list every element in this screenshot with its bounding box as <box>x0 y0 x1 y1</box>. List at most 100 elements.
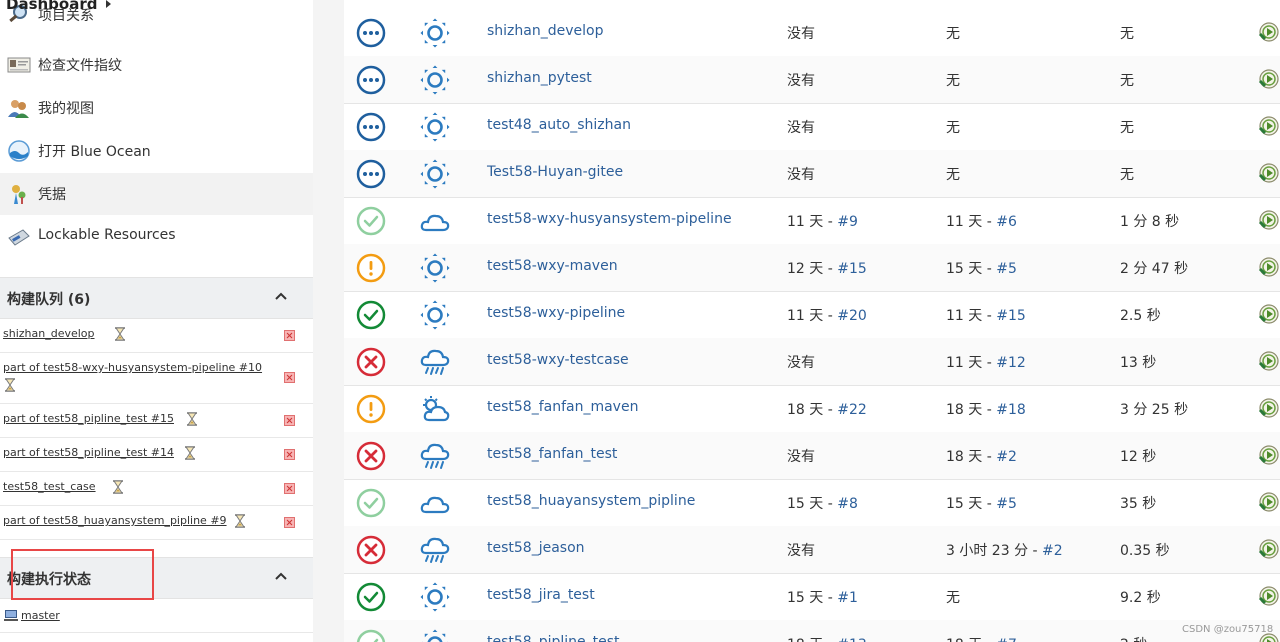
build-queue-item: part of test58-wxy-husyansystem-pipeline… <box>0 352 313 404</box>
schedule-build-icon[interactable] <box>1258 209 1280 231</box>
schedule-build-icon[interactable] <box>1258 491 1280 513</box>
last-failure-build-link[interactable]: #2 <box>996 449 1017 465</box>
chevron-up-icon[interactable] <box>275 291 287 303</box>
last-duration-cell: 无 <box>1120 120 1134 136</box>
weather-sunny-icon <box>419 65 451 95</box>
last-failure-build-link[interactable]: #18 <box>996 402 1026 418</box>
job-row: test58_fanfan_maven 18 天 - #22 18 天 - #18 3… <box>344 385 1280 433</box>
last-success-build-link[interactable]: #8 <box>837 496 858 512</box>
schedule-build-icon[interactable] <box>1258 350 1280 372</box>
last-success-cell: 11 天 - #9 <box>787 211 858 231</box>
hourglass-icon <box>112 480 124 494</box>
last-failure-cell: 无 <box>946 164 960 184</box>
build-status-success-icon <box>356 300 386 330</box>
schedule-build-icon[interactable] <box>1258 444 1280 466</box>
job-name-link[interactable]: Test58-Huyan-gitee <box>487 164 623 180</box>
schedule-build-icon[interactable] <box>1258 162 1280 184</box>
cancel-queue-item-icon[interactable] <box>284 517 295 528</box>
cancel-queue-item-icon[interactable] <box>284 483 295 494</box>
executor-node-link[interactable]: master <box>21 609 60 622</box>
schedule-build-icon[interactable] <box>1258 303 1280 325</box>
queue-item-link[interactable]: part of test58_huayansystem_pipline #9 <box>3 514 227 527</box>
job-row: test58-wxy-maven 12 天 - #15 15 天 - #5 2 分 4… <box>344 244 1280 292</box>
build-status-notbuilt-icon <box>356 159 386 189</box>
last-success-build-link[interactable]: #13 <box>837 637 867 642</box>
jobs-table: shizhan_develop 没有无无 shizhan_pytest 没有无无 tes… <box>344 0 1280 642</box>
executor-row: master <box>0 600 313 633</box>
hourglass-icon <box>4 378 16 392</box>
cancel-queue-item-icon[interactable] <box>284 330 295 341</box>
cancel-queue-item-icon[interactable] <box>284 372 295 383</box>
last-failure-build-link[interactable]: #6 <box>996 214 1017 230</box>
schedule-build-icon[interactable] <box>1258 397 1280 419</box>
last-success-text: 11 天 - <box>787 308 838 324</box>
last-success-text: 15 天 - <box>787 590 838 606</box>
job-name-link[interactable]: test58_jira_test <box>487 587 595 603</box>
job-name-link[interactable]: test58-wxy-pipeline <box>487 305 625 321</box>
last-failure-build-link[interactable]: #15 <box>996 308 1026 324</box>
schedule-build-icon[interactable] <box>1258 585 1280 607</box>
cancel-queue-item-icon[interactable] <box>284 415 295 426</box>
last-success-text: 没有 <box>787 449 815 465</box>
last-failure-cell: 15 天 - #5 <box>946 493 1017 513</box>
job-name-link[interactable]: test58_fanfan_maven <box>487 399 638 415</box>
job-name-link[interactable]: test58_fanfan_test <box>487 446 617 462</box>
weather-cloudy-icon <box>419 488 451 518</box>
queue-item-link[interactable]: test58_test_case <box>3 480 96 493</box>
build-status-notbuilt-icon <box>356 112 386 142</box>
sidebar-task-label: 凭据 <box>38 187 66 203</box>
build-status-notbuilt-icon <box>356 18 386 48</box>
job-row: test58_jeason 没有 3 小时 23 分 - #2 0.35 秒 <box>344 526 1280 574</box>
job-name-link[interactable]: test58-wxy-maven <box>487 258 618 274</box>
schedule-build-icon[interactable] <box>1258 68 1280 90</box>
chevron-up-icon[interactable] <box>275 571 287 583</box>
schedule-build-icon[interactable] <box>1258 538 1280 560</box>
schedule-build-icon[interactable] <box>1258 256 1280 278</box>
queue-item-link[interactable]: part of test58_pipline_test #15 <box>3 412 174 425</box>
build-status-success-light-icon <box>356 206 386 236</box>
last-failure-build-link[interactable]: #7 <box>996 637 1017 642</box>
last-success-build-link[interactable]: #9 <box>837 214 858 230</box>
sidebar-task-1[interactable]: 检查文件指纹 <box>0 44 313 86</box>
last-failure-build-link[interactable]: #2 <box>1042 543 1063 559</box>
sidebar-task-4[interactable]: 凭据 <box>0 173 313 215</box>
build-queue-title: 构建队列 (6) <box>7 292 91 308</box>
sidebar-task-3[interactable]: 打开 Blue Ocean <box>0 130 313 172</box>
job-name-link[interactable]: shizhan_pytest <box>487 70 592 86</box>
job-name-link[interactable]: test58_pipline_test <box>487 634 620 642</box>
last-success-build-link[interactable]: #1 <box>837 590 858 606</box>
last-duration-cell: 1 分 8 秒 <box>1120 214 1180 230</box>
queue-item-link[interactable]: part of test58_pipline_test #14 <box>3 446 174 459</box>
last-success-cell: 18 天 - #22 <box>787 399 867 419</box>
last-failure-text: 18 天 - <box>946 402 997 418</box>
last-failure-build-link[interactable]: #5 <box>996 261 1017 277</box>
last-success-cell: 没有 <box>787 164 815 184</box>
sidebar-task-2[interactable]: 我的视图 <box>0 87 313 129</box>
last-failure-build-link[interactable]: #12 <box>996 355 1026 371</box>
sidebar-task-label: 打开 Blue Ocean <box>38 144 151 160</box>
last-failure-build-link[interactable]: #5 <box>996 496 1017 512</box>
job-name-link[interactable]: test48_auto_shizhan <box>487 117 631 133</box>
job-name-link[interactable]: test58-wxy-husyansystem-pipeline <box>487 211 732 227</box>
build-queue-item: part of test58_huayansystem_pipline #9 <box>0 505 313 540</box>
last-success-build-link[interactable]: #22 <box>837 402 867 418</box>
build-status-success-light-icon <box>356 488 386 518</box>
job-row: test58_jira_test 15 天 - #1 无 9.2 秒 <box>344 573 1280 621</box>
job-name-link[interactable]: test58_jeason <box>487 540 585 556</box>
breadcrumb-dashboard[interactable]: Dashboard <box>6 0 97 13</box>
job-name-link[interactable]: test58-wxy-testcase <box>487 352 629 368</box>
queue-item-link[interactable]: shizhan_develop <box>3 327 95 340</box>
breadcrumb-arrow-icon[interactable] <box>106 0 111 8</box>
job-name-link[interactable]: shizhan_develop <box>487 23 603 39</box>
schedule-build-icon[interactable] <box>1258 115 1280 137</box>
cancel-queue-item-icon[interactable] <box>284 449 295 460</box>
build-queue-item: shizhan_develop <box>0 318 313 353</box>
last-success-build-link[interactable]: #15 <box>837 261 867 277</box>
schedule-build-icon[interactable] <box>1258 21 1280 43</box>
build-queue-header[interactable]: 构建队列 (6) <box>0 277 313 319</box>
job-row: test48_auto_shizhan 没有 无 无 <box>344 103 1280 151</box>
queue-item-link[interactable]: part of test58-wxy-husyansystem-pipeline… <box>3 361 262 374</box>
last-success-build-link[interactable]: #20 <box>837 308 867 324</box>
job-name-link[interactable]: test58_huayansystem_pipline <box>487 493 695 509</box>
sidebar-task-5[interactable]: Lockable Resources <box>0 216 313 258</box>
